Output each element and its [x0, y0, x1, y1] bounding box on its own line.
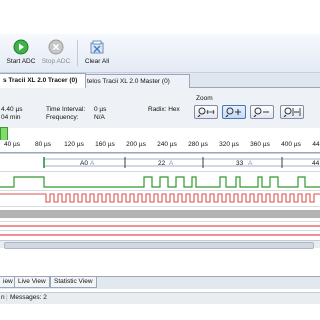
- time-ruler: 40 µs 80 µs 120 µs 160 µs 200 µs 240 µs …: [0, 140, 320, 153]
- zoom-in-button[interactable]: [222, 105, 246, 119]
- status-left-text: n: [1, 294, 5, 301]
- ruler-label: 240 µs: [157, 141, 177, 148]
- top-white-band: [0, 0, 320, 34]
- stop-icon: [48, 39, 64, 55]
- zoom-label: Zoom: [196, 95, 213, 102]
- ruler-label: 400 µs: [281, 141, 301, 148]
- clear-icon: [90, 40, 104, 54]
- messages-count: Messages: 2: [10, 294, 47, 301]
- bus-value-suffix: A: [248, 160, 253, 167]
- status-divider: |: [6, 294, 8, 301]
- zoom-out-button[interactable]: [250, 105, 274, 119]
- ruler-label: 200 µs: [126, 141, 146, 148]
- status-bar: n | Messages: 2: [0, 292, 320, 304]
- ruler-label: 320 µs: [219, 141, 239, 148]
- tab-live-view-label: Live View: [18, 278, 46, 285]
- start-adc-label: Start ADC: [6, 58, 36, 65]
- tab-master[interactable]: telos Tracii XL 2.0 Master (0): [82, 74, 190, 88]
- clear-all-label: Clear All: [84, 58, 110, 65]
- ruler-label: 44: [312, 141, 320, 148]
- tab-statistic-view-label: Statistic View: [54, 278, 93, 285]
- gray-signal-band: [0, 210, 320, 218]
- bus-value: 33: [236, 160, 244, 167]
- start-adc-button[interactable]: Start ADC: [6, 37, 36, 69]
- frequency-label: Frequency:: [46, 114, 79, 121]
- radix-label: Radix: Hex: [148, 106, 180, 113]
- tab-view-label: iew: [3, 278, 13, 285]
- time-interval-value: 0 µs: [94, 106, 107, 113]
- ruler-label: 280 µs: [188, 141, 208, 148]
- view-tabs: iew Live View Statistic View: [0, 276, 320, 289]
- zoom-range-icon: [283, 107, 301, 117]
- ruler-label: 360 µs: [250, 141, 270, 148]
- red-signal-trace: [0, 193, 320, 203]
- tab-tracer-label: s Tracii XL 2.0 Tracer (0): [3, 77, 78, 84]
- bus-value: 44: [312, 160, 320, 167]
- zoom-out-icon: [253, 107, 269, 117]
- horizontal-scrollbar[interactable]: [0, 240, 320, 249]
- bus-row: A0 A 22 A 33 A 44: [43, 157, 320, 168]
- zoom-fit-icon: [197, 107, 215, 117]
- bus-value-suffix: A: [90, 160, 95, 167]
- tab-tracer[interactable]: s Tracii XL 2.0 Tracer (0): [0, 73, 86, 88]
- scrollbar-thumb[interactable]: [4, 242, 314, 249]
- waveform-canvas: A0 A 22 A 33 A 44: [0, 153, 320, 236]
- cursor-time-value: 4.40 µs: [1, 106, 23, 113]
- stop-adc-button[interactable]: Stop ADC: [40, 37, 72, 69]
- clear-all-button[interactable]: Clear All: [82, 37, 112, 69]
- bus-value: A0: [80, 160, 88, 167]
- time-interval-label: Time Interval:: [46, 106, 86, 113]
- bus-value-suffix: A: [169, 160, 174, 167]
- tab-statistic-view[interactable]: Statistic View: [50, 277, 97, 288]
- tab-live-view[interactable]: Live View: [14, 277, 50, 288]
- duration-value: 04 min: [1, 114, 21, 121]
- bus-value: 22: [158, 160, 166, 167]
- green-signal-trace: [0, 176, 320, 188]
- document-tabs: s Tracii XL 2.0 Tracer (0) telos Tracii …: [0, 73, 320, 88]
- zoom-range-button[interactable]: [280, 105, 304, 119]
- play-icon: [13, 39, 29, 55]
- zoom-in-icon: [225, 107, 241, 117]
- stop-adc-label: Stop ADC: [41, 58, 71, 65]
- waveform-panel: A0 A 22 A 33 A 44: [0, 153, 320, 238]
- toolbar-separator: [77, 40, 78, 66]
- ruler-label: 80 µs: [34, 141, 52, 148]
- tab-master-label: telos Tracii XL 2.0 Master (0): [87, 78, 170, 85]
- frequency-value: N/A: [94, 114, 105, 121]
- toolbar: Start ADC Stop ADC Clear All: [0, 34, 320, 73]
- ruler-label: 40 µs: [3, 141, 21, 148]
- zoom-fit-button[interactable]: [194, 105, 218, 119]
- ruler-label: 120 µs: [64, 141, 84, 148]
- trigger-marker[interactable]: [0, 127, 8, 141]
- app-window: Start ADC Stop ADC Clear All s Tracii XL…: [0, 0, 320, 320]
- ruler-label: 160 µs: [95, 141, 115, 148]
